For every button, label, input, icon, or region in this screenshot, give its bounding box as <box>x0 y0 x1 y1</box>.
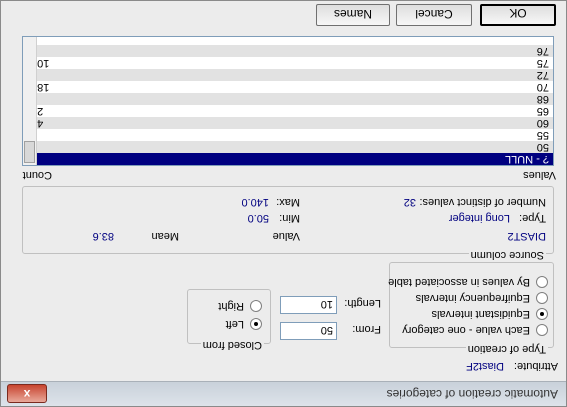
radio-by-table-circle[interactable] <box>536 275 548 288</box>
radio-each-value[interactable]: Each value - one category <box>402 323 548 336</box>
count-header: Count <box>22 169 52 181</box>
list-item[interactable]: 681 <box>23 93 553 105</box>
list-item-value: 55 <box>536 129 549 141</box>
title-bar[interactable]: Automatic creation of categories x <box>1 381 566 406</box>
closed-from-group <box>187 289 271 344</box>
distinct-value: 32 <box>403 196 416 208</box>
list-item[interactable]: 60 41 <box>23 117 553 129</box>
list-item-value: 76 <box>536 45 549 57</box>
list-item[interactable]: 65 26 <box>23 105 553 117</box>
from-input[interactable]: 50 <box>280 322 337 340</box>
names-button[interactable]: Names <box>316 4 390 26</box>
list-item[interactable]: 761 <box>23 45 553 57</box>
list-item-value: 65 <box>536 105 549 117</box>
attribute-value: Diast2F <box>466 360 504 372</box>
radio-right-label: Right <box>218 300 244 312</box>
list-item[interactable]: 553 <box>23 129 553 141</box>
type-value: Long integer <box>448 212 510 224</box>
list-item[interactable]: 75 100 <box>23 57 553 69</box>
close-button[interactable]: x <box>7 384 47 403</box>
list-item[interactable]: 721 <box>23 69 553 81</box>
scrollbar-thumb[interactable] <box>24 141 35 163</box>
radio-right-circle[interactable] <box>250 299 262 312</box>
mean-label: Mean <box>151 230 179 242</box>
radio-equifrequency[interactable]: Equifrequency intervals <box>415 291 548 304</box>
radio-equifrequency-circle[interactable] <box>536 291 548 304</box>
list-item-value: 72 <box>536 69 549 81</box>
min-label: Min: <box>279 212 300 224</box>
mean-value: 83.6 <box>92 230 114 242</box>
radio-left-label: Left <box>225 318 244 330</box>
radio-left[interactable]: Left <box>225 317 262 330</box>
distinct-label: Number of distinct values: <box>419 196 546 208</box>
source-column-name: DIAST2 <box>507 230 546 242</box>
source-column-legend: Source column <box>468 249 546 261</box>
value-label: Value <box>272 230 300 242</box>
max-value: 140.0 <box>241 196 269 208</box>
length-input[interactable]: 10 <box>280 296 337 314</box>
screen: Automatic creation of categories x Attri… <box>0 0 567 407</box>
type-label: Type: <box>519 212 546 224</box>
list-item[interactable]: 504 <box>23 141 553 153</box>
max-label: Max: <box>276 196 300 208</box>
list-item[interactable]: 70 184 <box>23 81 553 93</box>
close-icon: x <box>23 387 31 401</box>
radio-each-value-label: Each value - one category <box>402 324 530 336</box>
list-item-value: 75 <box>536 57 549 69</box>
radio-right[interactable]: Right <box>218 299 262 312</box>
radio-each-value-circle[interactable] <box>536 323 548 336</box>
closed-from-legend: Closed from <box>200 339 264 351</box>
values-list: ? - NULL65045536041652668170184721751007… <box>23 45 553 165</box>
radio-by-table[interactable]: By values in associated table <box>388 275 548 288</box>
radio-by-table-label: By values in associated table <box>388 276 530 288</box>
categories-dialog: Automatic creation of categories x Attri… <box>0 0 567 407</box>
list-item-value: 60 <box>536 117 549 129</box>
cancel-button[interactable]: Cancel <box>396 4 472 26</box>
list-item-value: 68 <box>536 93 549 105</box>
window-title: Automatic creation of categories <box>386 387 558 401</box>
list-item-value: ? - NULL <box>504 153 549 165</box>
radio-left-circle[interactable] <box>250 317 262 330</box>
values-listbox[interactable]: ? - NULL65045536041652668170184721751007… <box>22 36 554 166</box>
creation-type-legend: Type of creation <box>465 343 548 355</box>
list-item-value: 70 <box>536 81 549 93</box>
radio-equidistant-label: Equidistant intervals <box>431 308 530 320</box>
min-value: 50.0 <box>247 212 269 224</box>
radio-equifrequency-label: Equifrequency intervals <box>415 292 530 304</box>
radio-equidistant[interactable]: Equidistant intervals <box>431 307 548 320</box>
list-scrollbar[interactable] <box>23 37 37 165</box>
from-label: From: <box>352 323 381 335</box>
radio-equidistant-circle[interactable] <box>536 307 548 320</box>
list-item-value: 50 <box>536 141 549 153</box>
list-item[interactable]: ? - NULL6 <box>23 153 553 165</box>
values-header: Values <box>523 169 556 181</box>
attribute-label: Attribute: <box>513 360 558 372</box>
length-label: Length: <box>344 297 381 309</box>
ok-button[interactable]: OK <box>480 4 556 26</box>
